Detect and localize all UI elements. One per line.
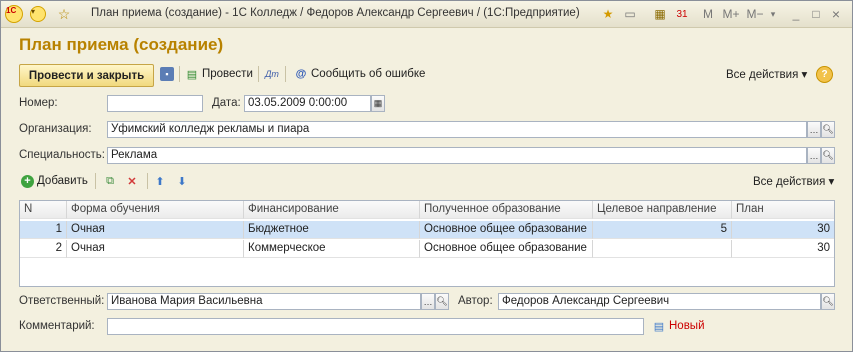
specialty-open-button[interactable]: 🔍︎	[821, 147, 835, 164]
responsible-input[interactable]: Иванова Мария Васильевна	[107, 293, 421, 310]
document-icon[interactable]: ▭	[621, 5, 639, 23]
column-header-education[interactable]: Полученное образование	[420, 201, 593, 219]
date-input[interactable]: 03.05.2009 0:00:00	[244, 95, 371, 112]
command-bar: Провести и закрыть ▪ ▤ Провести Дт @ Соо…	[15, 63, 837, 87]
organization-select-button[interactable]: …	[807, 121, 821, 138]
save-button[interactable]: ▪	[160, 66, 177, 82]
move-down-button[interactable]: ⬇	[175, 173, 192, 189]
specialty-label: Специальность:	[19, 149, 105, 161]
column-header-n[interactable]: N	[20, 201, 67, 219]
number-input[interactable]	[107, 95, 203, 112]
toolbar-divider	[95, 173, 96, 189]
author-open-button[interactable]: 🔍︎	[821, 293, 835, 310]
chevron-down-icon[interactable]: ▾	[767, 5, 779, 23]
all-actions-button[interactable]: Все действия ▾	[726, 66, 807, 82]
calendar-icon: ▦	[373, 98, 383, 108]
copy-row-button[interactable]: ⧉	[103, 173, 120, 189]
minimize-button[interactable]: _	[787, 5, 805, 23]
post-document-icon: ▤	[186, 68, 198, 81]
comment-input[interactable]	[107, 318, 644, 335]
author-label: Автор:	[458, 295, 493, 307]
cell-target[interactable]	[593, 240, 732, 258]
memory-plus-button[interactable]: M+	[721, 5, 741, 23]
cell-plan[interactable]: 30	[732, 221, 834, 239]
cell-n[interactable]: 1	[20, 221, 67, 239]
copy-icon: ⧉	[106, 174, 114, 187]
search-icon: 🔍︎	[822, 296, 834, 306]
table-row[interactable]: 2 Очная Коммерческое Основное общее обра…	[20, 240, 834, 258]
movements-icon: Дт	[265, 69, 279, 79]
search-icon: 🔍︎	[822, 150, 834, 160]
toolbar-divider	[147, 173, 148, 189]
memory-m-button[interactable]: M	[701, 5, 715, 23]
at-sign-icon: @	[295, 68, 307, 80]
page-title: План приема (создание)	[19, 35, 224, 54]
specialty-select-button[interactable]: …	[807, 147, 821, 164]
help-button[interactable]: ?	[816, 65, 836, 83]
table-all-actions-button[interactable]: Все действия ▾	[753, 173, 834, 189]
post-button[interactable]: ▤ Провести	[185, 66, 253, 82]
calendar-picker-button[interactable]: ▦	[371, 95, 385, 112]
add-icon: +	[21, 174, 34, 188]
toolbar-divider	[258, 66, 259, 82]
maximize-button[interactable]: □	[807, 5, 825, 23]
cell-form[interactable]: Очная	[67, 240, 244, 258]
arrow-up-icon: ⬆	[155, 175, 165, 188]
column-header-form[interactable]: Форма обучения	[67, 201, 244, 219]
title-bar: 1С ▾ ☆ План приема (создание) - 1С Колле…	[1, 1, 852, 28]
app-window: 1С ▾ ☆ План приема (создание) - 1С Колле…	[0, 0, 853, 352]
author-input[interactable]: Федоров Александр Сергеевич	[498, 293, 821, 310]
report-error-button[interactable]: @ Сообщить об ошибке	[294, 66, 426, 82]
cell-education[interactable]: Основное общее образование	[420, 240, 593, 258]
cell-plan[interactable]: 30	[732, 240, 834, 258]
memory-minus-button[interactable]: M−	[745, 5, 765, 23]
dropdown-icon[interactable]: ▾	[29, 5, 47, 23]
move-up-button[interactable]: ⬆	[153, 173, 170, 189]
window-title: План приема (создание) - 1С Колледж / Фе…	[91, 7, 580, 19]
responsible-open-button[interactable]: 🔍︎	[435, 293, 449, 310]
star-icon[interactable]: ☆	[55, 5, 73, 23]
date-label: Дата:	[212, 97, 241, 109]
responsible-select-button[interactable]: …	[421, 293, 435, 310]
toolbar-divider	[285, 66, 286, 82]
number-label: Номер:	[19, 97, 58, 109]
column-header-plan[interactable]: План	[732, 201, 834, 219]
1c-logo-icon[interactable]: 1С	[5, 5, 23, 23]
column-header-financing[interactable]: Финансирование	[244, 201, 420, 219]
close-button[interactable]: ×	[827, 5, 845, 23]
specialty-input[interactable]: Реклама	[107, 147, 807, 164]
calculator-icon[interactable]: ▦	[651, 5, 669, 23]
organization-label: Организация:	[19, 123, 92, 135]
calendar-icon[interactable]: 31	[673, 5, 691, 23]
post-and-close-button[interactable]: Провести и закрыть	[19, 64, 154, 87]
cell-financing[interactable]: Бюджетное	[244, 221, 420, 239]
table-header-row: N Форма обучения Финансирование Полученн…	[20, 201, 834, 219]
column-header-target[interactable]: Целевое направление	[593, 201, 732, 219]
plan-table: N Форма обучения Финансирование Полученн…	[19, 200, 835, 287]
note-icon: ▤	[653, 320, 665, 333]
responsible-label: Ответственный:	[19, 295, 105, 307]
movements-button[interactable]: Дт	[265, 66, 282, 82]
cell-form[interactable]: Очная	[67, 221, 244, 239]
toolbar-divider	[179, 66, 180, 82]
save-icon: ▪	[160, 67, 174, 81]
cell-education[interactable]: Основное общее образование	[420, 221, 593, 239]
favorite-star-icon[interactable]: ★	[599, 5, 617, 23]
new-button[interactable]: ▤ Новый	[652, 318, 705, 334]
delete-row-button[interactable]: ✕	[125, 173, 142, 189]
organization-input[interactable]: Уфимский колледж рекламы и пиара	[107, 121, 807, 138]
search-icon: 🔍︎	[822, 124, 834, 134]
cell-n[interactable]: 2	[20, 240, 67, 258]
table-row[interactable]: 1 Очная Бюджетное Основное общее образов…	[20, 221, 834, 239]
add-row-button[interactable]: + Добавить	[21, 173, 88, 189]
comment-label: Комментарий:	[19, 320, 95, 332]
search-icon: 🔍︎	[436, 296, 448, 306]
delete-icon: ✕	[127, 175, 137, 188]
arrow-down-icon: ⬇	[177, 175, 187, 188]
cell-target[interactable]: 5	[593, 221, 732, 239]
organization-open-button[interactable]: 🔍︎	[821, 121, 835, 138]
cell-financing[interactable]: Коммерческое	[244, 240, 420, 258]
help-icon: ?	[816, 65, 833, 83]
